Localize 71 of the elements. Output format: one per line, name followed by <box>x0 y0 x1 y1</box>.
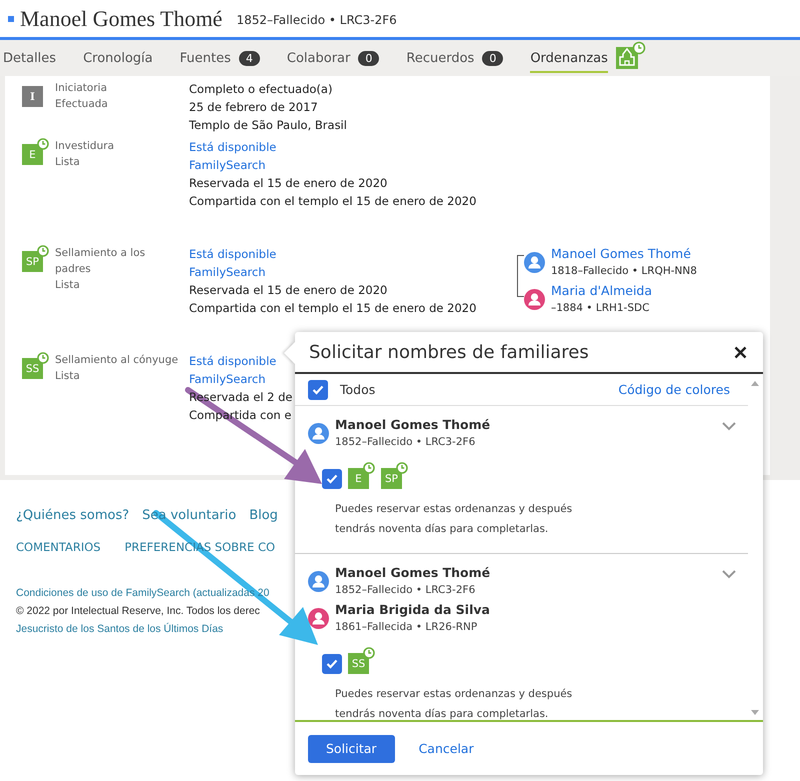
tab[interactable]: Ordenanzas <box>530 40 646 76</box>
person-icon <box>524 252 545 272</box>
tab[interactable]: Fuentes 4 <box>180 40 260 76</box>
ordinance-name: Sellamiento a los padres <box>55 246 146 277</box>
detail-link[interactable]: Está disponible <box>189 138 276 156</box>
info-text: Puedes reservar estas ordenanzas y después tendrás noventa días para completarlas. <box>335 687 574 720</box>
check-icon <box>326 474 338 484</box>
person-meta: 1852–Fallecido • LRC3-2F6 <box>335 435 476 450</box>
person-meta: 1852–Fallecido • LRC3-2F6 <box>335 583 476 598</box>
tab[interactable]: Colaborar 0 <box>286 40 380 76</box>
person-name: Manoel Gomes Thomé <box>335 564 490 582</box>
person-icon <box>524 288 545 310</box>
temple-icon <box>616 41 646 69</box>
tab[interactable]: Cronología <box>83 40 153 76</box>
ordinance-status: Lista <box>55 278 81 293</box>
check-icon <box>326 659 338 669</box>
ordinance-status: Lista <box>55 155 81 170</box>
person-meta: 1818–Fallecido • LRQH-NN8 <box>551 264 697 279</box>
close-icon <box>734 346 747 358</box>
detail-link[interactable]: Está disponible <box>189 245 276 263</box>
person-name: Manoel Gomes Thomé <box>335 416 490 434</box>
cancel-link[interactable]: Cancelar <box>418 741 474 756</box>
person-name: Manoel Gomes Thomé <box>20 6 222 32</box>
check-icon <box>312 384 324 394</box>
person-icon <box>308 570 329 592</box>
count-badge: 4 <box>238 50 260 66</box>
detail-text: 25 de febrero de 2017 <box>189 99 318 116</box>
dialog-title: Solicitar nombres de familiares <box>309 342 589 362</box>
detail-text: Compartida con el templo el 15 de enero de 2020 <box>189 300 476 317</box>
person-icon <box>308 422 329 444</box>
footer-link[interactable]: COMENTARIOS <box>16 540 101 554</box>
detail-text: Templo de São Paulo, Brasil <box>189 117 347 134</box>
count-badge: 0 <box>358 50 380 66</box>
ordinance-status: Efectuada <box>55 97 109 112</box>
ordinance-name: Iniciatoria <box>55 81 108 96</box>
detail-link[interactable]: FamilySearch <box>189 156 266 174</box>
count-badge: 0 <box>482 50 504 66</box>
detail-text: Reservada el 15 de enero de 2020 <box>189 175 388 192</box>
color-code-link[interactable]: Código de colores <box>618 382 730 397</box>
checkbox[interactable] <box>322 654 342 674</box>
ordinance-status: Lista <box>55 369 81 384</box>
checkbox-label: Todos <box>340 382 376 397</box>
detail-text: Reservada el 15 de enero de 2020 <box>189 282 388 299</box>
person-link[interactable]: Maria d'Almeida <box>551 282 652 300</box>
checkbox[interactable] <box>322 469 342 489</box>
ordinance-name: Sellamiento al cónyuge <box>55 353 180 368</box>
detail-link[interactable]: FamilySearch <box>189 370 266 388</box>
info-text: Puedes reservar estas ordenanzas y después tendrás noventa días para completarlas. <box>335 502 574 537</box>
bullet-icon <box>8 16 14 22</box>
tab[interactable]: Detalles <box>3 40 56 76</box>
detail-text: Completo o efectuado(a) <box>189 81 332 98</box>
footer-link[interactable]: ¿Quiénes somos? <box>16 506 130 526</box>
checkbox[interactable] <box>308 380 328 400</box>
person-link[interactable]: Manoel Gomes Thomé <box>551 245 697 263</box>
ordinance-name: Investidura <box>55 139 116 154</box>
person-icon <box>308 608 329 628</box>
chevron-down-icon[interactable] <box>722 422 736 431</box>
submit-button[interactable]: Solicitar <box>308 734 395 762</box>
person-name: Maria Brigida da Silva <box>335 601 490 619</box>
chevron-down-icon[interactable] <box>722 570 736 579</box>
tab[interactable]: Recuerdos 0 <box>406 40 504 76</box>
close-button[interactable] <box>734 346 747 358</box>
footer-link[interactable]: Blog <box>249 506 278 526</box>
detail-text: Compartida con el templo el 15 de enero de 2020 <box>189 193 476 210</box>
person-meta: –1884 • LRH1-SDC <box>551 301 650 316</box>
detail-link[interactable]: Está disponible <box>189 352 276 370</box>
detail-link[interactable]: FamilySearch <box>189 263 266 281</box>
legal-link[interactable]: Jesucristo de los Santos de los Últimos Días <box>16 620 224 638</box>
person-meta: 1861–Fallecida • LR26-RNP <box>335 620 478 635</box>
copyright-text: © 2022 por Intelectual Reserve, Inc. Todos los derec <box>16 604 260 619</box>
person-meta: 1852–Fallecido • LRC3-2F6 <box>236 13 397 27</box>
